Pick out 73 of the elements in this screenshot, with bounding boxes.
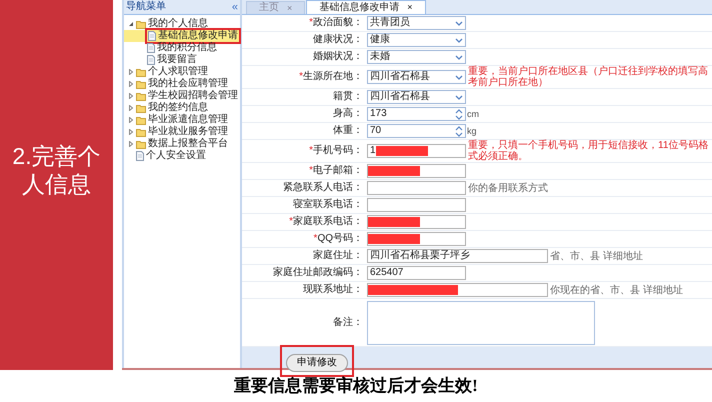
- tree-item[interactable]: 我要留言: [157, 55, 197, 65]
- field-label: 家庭住址邮政编码：: [272, 268, 364, 278]
- input-field[interactable]: [367, 181, 466, 195]
- field-label: 备注：: [332, 318, 364, 328]
- dropdown-field[interactable]: 健康: [367, 33, 466, 47]
- input-field[interactable]: 1: [367, 144, 466, 158]
- collapsed-arrow-icon[interactable]: [128, 129, 134, 135]
- tree-item[interactable]: 个人求职管理: [148, 67, 208, 77]
- field-label: 家庭住址：: [312, 251, 364, 261]
- number-field[interactable]: 70: [367, 124, 466, 138]
- page-icon: [147, 55, 155, 65]
- spinner-icon[interactable]: [455, 109, 463, 120]
- hint-text: 省、市、县 详细地址: [549, 250, 643, 262]
- hint-text: 重要，只填一个手机号码，用于短信接收，11位号码格式必须正确。: [467, 140, 710, 162]
- collapsed-arrow-icon[interactable]: [128, 93, 134, 99]
- tree-item[interactable]: 我的签约信息: [148, 103, 208, 113]
- tree-item[interactable]: 毕业派遣信息管理: [148, 115, 228, 125]
- remarks-textarea[interactable]: [367, 300, 595, 344]
- tree-item[interactable]: 我的社会应聘管理: [148, 79, 228, 89]
- collapsed-arrow-icon[interactable]: [128, 105, 134, 111]
- input-field[interactable]: [367, 283, 548, 297]
- collapsed-arrow-icon[interactable]: [128, 69, 134, 75]
- field-label: 现联系地址：: [302, 285, 364, 295]
- slide-caption: 重要信息需要审核过后才会生效!: [234, 375, 478, 398]
- slide-heading: 2.完善个人信息: [11, 142, 102, 198]
- field-label: 籍贯：: [332, 92, 364, 102]
- tree-item[interactable]: 我的积分信息: [157, 43, 217, 53]
- tree-item[interactable]: 我的个人信息: [148, 19, 208, 29]
- unit-label: cm: [466, 110, 479, 118]
- tree-item[interactable]: 数据上报整合平台: [148, 139, 228, 149]
- collapsed-arrow-icon[interactable]: [128, 81, 134, 87]
- input-field[interactable]: [367, 232, 466, 246]
- field-label: *手机号码：: [308, 146, 364, 156]
- field-label: *QQ号码：: [312, 234, 364, 244]
- input-field[interactable]: [367, 215, 466, 229]
- close-icon[interactable]: ×: [407, 3, 413, 12]
- input-field[interactable]: 四川省石棉县栗子坪乡: [367, 249, 548, 263]
- spinner-icon[interactable]: [455, 126, 463, 137]
- field-label: 身高：: [332, 109, 364, 119]
- input-field[interactable]: 625407: [367, 266, 466, 280]
- sidebar-title: 导航菜单: [126, 2, 166, 12]
- dropdown-field[interactable]: 共青团员: [367, 16, 466, 30]
- field-label: *生源所在地：: [298, 72, 364, 82]
- field-label: *政治面貌：: [308, 18, 364, 28]
- expanded-arrow-icon[interactable]: [128, 21, 134, 27]
- unit-label: kg: [466, 126, 477, 136]
- tab[interactable]: 基础信息修改申请 ×: [306, 0, 426, 14]
- dropdown-field[interactable]: 四川省石棉县: [367, 70, 466, 84]
- tree-item[interactable]: 个人安全设置: [146, 151, 206, 161]
- page-icon: [147, 43, 155, 53]
- tree-item[interactable]: 毕业就业服务管理: [148, 127, 228, 137]
- field-label: 体重：: [332, 126, 364, 136]
- collapsed-arrow-icon[interactable]: [128, 117, 134, 123]
- page-icon: [148, 31, 156, 41]
- hint-text: 你现在的省、市、县 详细地址: [549, 284, 683, 296]
- collapse-button[interactable]: «: [232, 2, 238, 12]
- apply-button[interactable]: 申请修改: [286, 354, 348, 372]
- hint-text: 重要，当前户口所在地区县（户口迁往到学校的填写高考前户口所在地）: [467, 66, 709, 88]
- input-field[interactable]: [367, 164, 466, 178]
- dropdown-field[interactable]: 未婚: [367, 50, 466, 64]
- input-field[interactable]: [367, 198, 466, 212]
- field-label: *电子邮箱：: [308, 166, 364, 176]
- dropdown-field[interactable]: 四川省石棉县: [367, 90, 466, 104]
- field-label: 紧急联系人电话：: [282, 183, 364, 193]
- field-label: *家庭联系电话：: [288, 217, 364, 227]
- field-label: 健康状况：: [312, 35, 364, 45]
- field-label: 婚姻状况：: [312, 52, 364, 62]
- number-field[interactable]: 173: [367, 107, 466, 121]
- field-label: 寝室联系电话：: [292, 200, 364, 210]
- collapsed-arrow-icon[interactable]: [128, 141, 134, 147]
- hint-text: 你的备用联系方式: [467, 182, 548, 194]
- page-icon: [136, 151, 144, 161]
- tree-item[interactable]: 学生校园招聘会管理: [148, 91, 238, 101]
